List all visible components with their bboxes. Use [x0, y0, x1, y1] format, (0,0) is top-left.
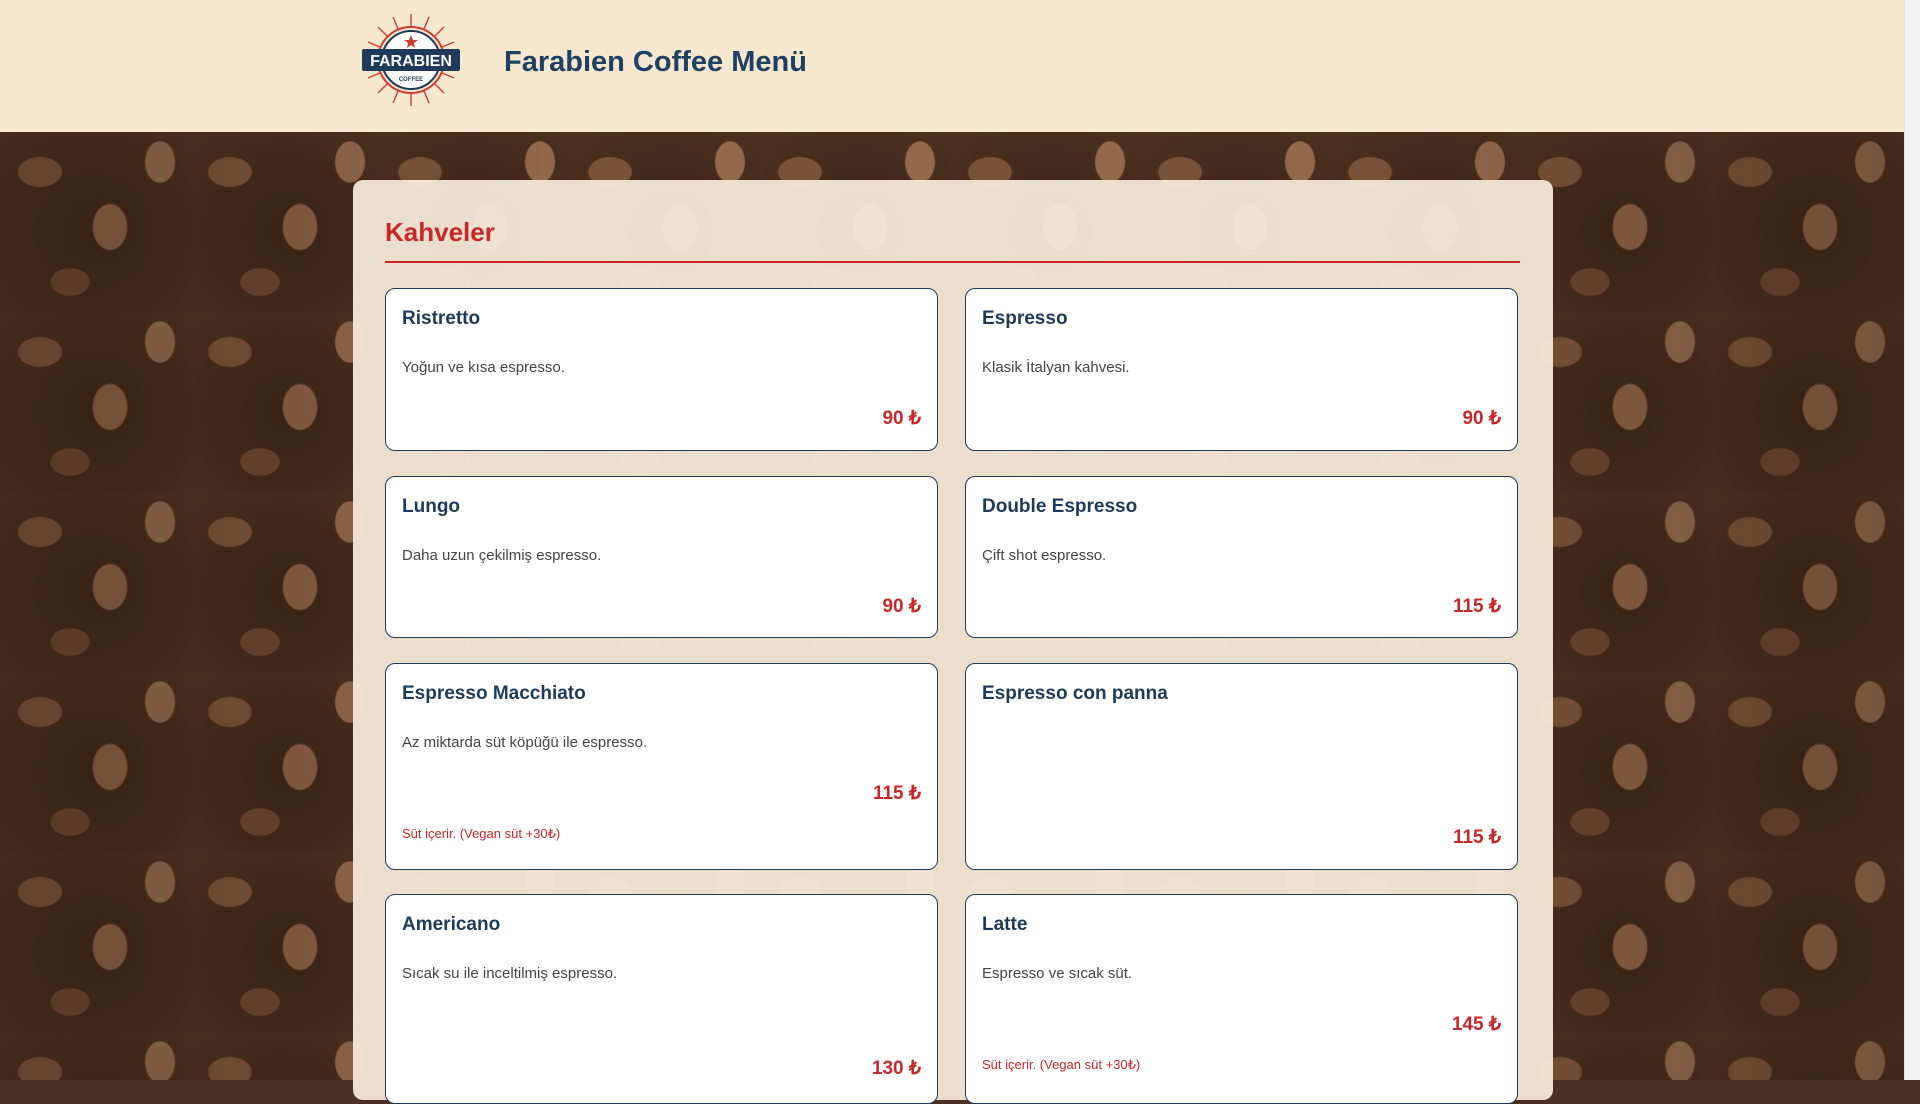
menu-item-price: 130 ₺ [871, 1058, 921, 1079]
menu-item-description: Klasik İtalyan kahvesi. [982, 359, 1130, 376]
menu-item-name: Ristretto [402, 308, 481, 329]
menu-item-note: Süt içerir. (Vegan süt +30₺) [402, 826, 561, 841]
menu-item-name: Espresso Macchiato [402, 683, 586, 704]
page-title: Farabien Coffee Menü [504, 46, 807, 78]
logo-subtext: COFFEE [399, 77, 423, 83]
menu-item-name: Americano [402, 914, 501, 935]
menu-item-card[interactable]: Americano Sıcak su ile inceltilmiş espre… [385, 894, 938, 1104]
menu-item-description: Daha uzun çekilmiş espresso. [402, 547, 602, 564]
menu-item-name: Espresso con panna [982, 683, 1168, 704]
menu-item-card[interactable]: Lungo Daha uzun çekilmiş espresso. 90 ₺ [385, 476, 938, 638]
menu-item-description: Espresso ve sıcak süt. [982, 965, 1133, 982]
farabien-logo[interactable]: FARABIEN COFFEE [358, 13, 464, 107]
menu-item-description: Yoğun ve kısa espresso. [402, 359, 565, 376]
menu-item-price: 115 ₺ [1452, 596, 1501, 617]
menu-item-card[interactable]: Ristretto Yoğun ve kısa espresso. 90 ₺ [385, 288, 938, 451]
menu-item-card[interactable]: Latte Espresso ve sıcak süt. 145 ₺ Süt i… [965, 894, 1518, 1104]
menu-item-price: 90 ₺ [1462, 408, 1501, 429]
menu-item-card[interactable]: Espresso Klasik İtalyan kahvesi. 90 ₺ [965, 288, 1518, 451]
menu-item-description: Çift shot espresso. [982, 547, 1107, 564]
menu-item-name: Lungo [402, 496, 461, 517]
menu-panel: Kahveler Ristretto Yoğun ve kısa espress… [353, 180, 1553, 1104]
menu-item-price: 115 ₺ [872, 783, 921, 804]
logo-text: FARABIEN [370, 53, 452, 70]
site-header: FARABIEN COFFEE Farabien Coffee Menü [0, 0, 1905, 132]
page-scrollbar[interactable] [1904, 0, 1920, 1080]
menu-item-card[interactable]: Espresso Macchiato Az miktarda süt köpüğ… [385, 663, 938, 870]
menu-item-card[interactable]: Espresso con panna 115 ₺ [965, 663, 1518, 870]
menu-item-price: 145 ₺ [1451, 1014, 1501, 1035]
section-divider [385, 261, 1520, 263]
menu-item-description: Sıcak su ile inceltilmiş espresso. [402, 965, 618, 982]
menu-item-note: Süt içerir. (Vegan süt +30₺) [982, 1057, 1141, 1072]
menu-item-price: 90 ₺ [882, 408, 921, 429]
menu-item-name: Double Espresso [982, 496, 1138, 517]
menu-item-card[interactable]: Double Espresso Çift shot espresso. 115 … [965, 476, 1518, 638]
menu-item-name: Espresso [982, 308, 1068, 329]
menu-item-name: Latte [982, 914, 1028, 935]
menu-item-price: 115 ₺ [1452, 827, 1501, 848]
menu-item-description: Az miktarda süt köpüğü ile espresso. [402, 734, 648, 751]
section-title: Kahveler [385, 217, 495, 247]
menu-item-price: 90 ₺ [882, 596, 921, 617]
